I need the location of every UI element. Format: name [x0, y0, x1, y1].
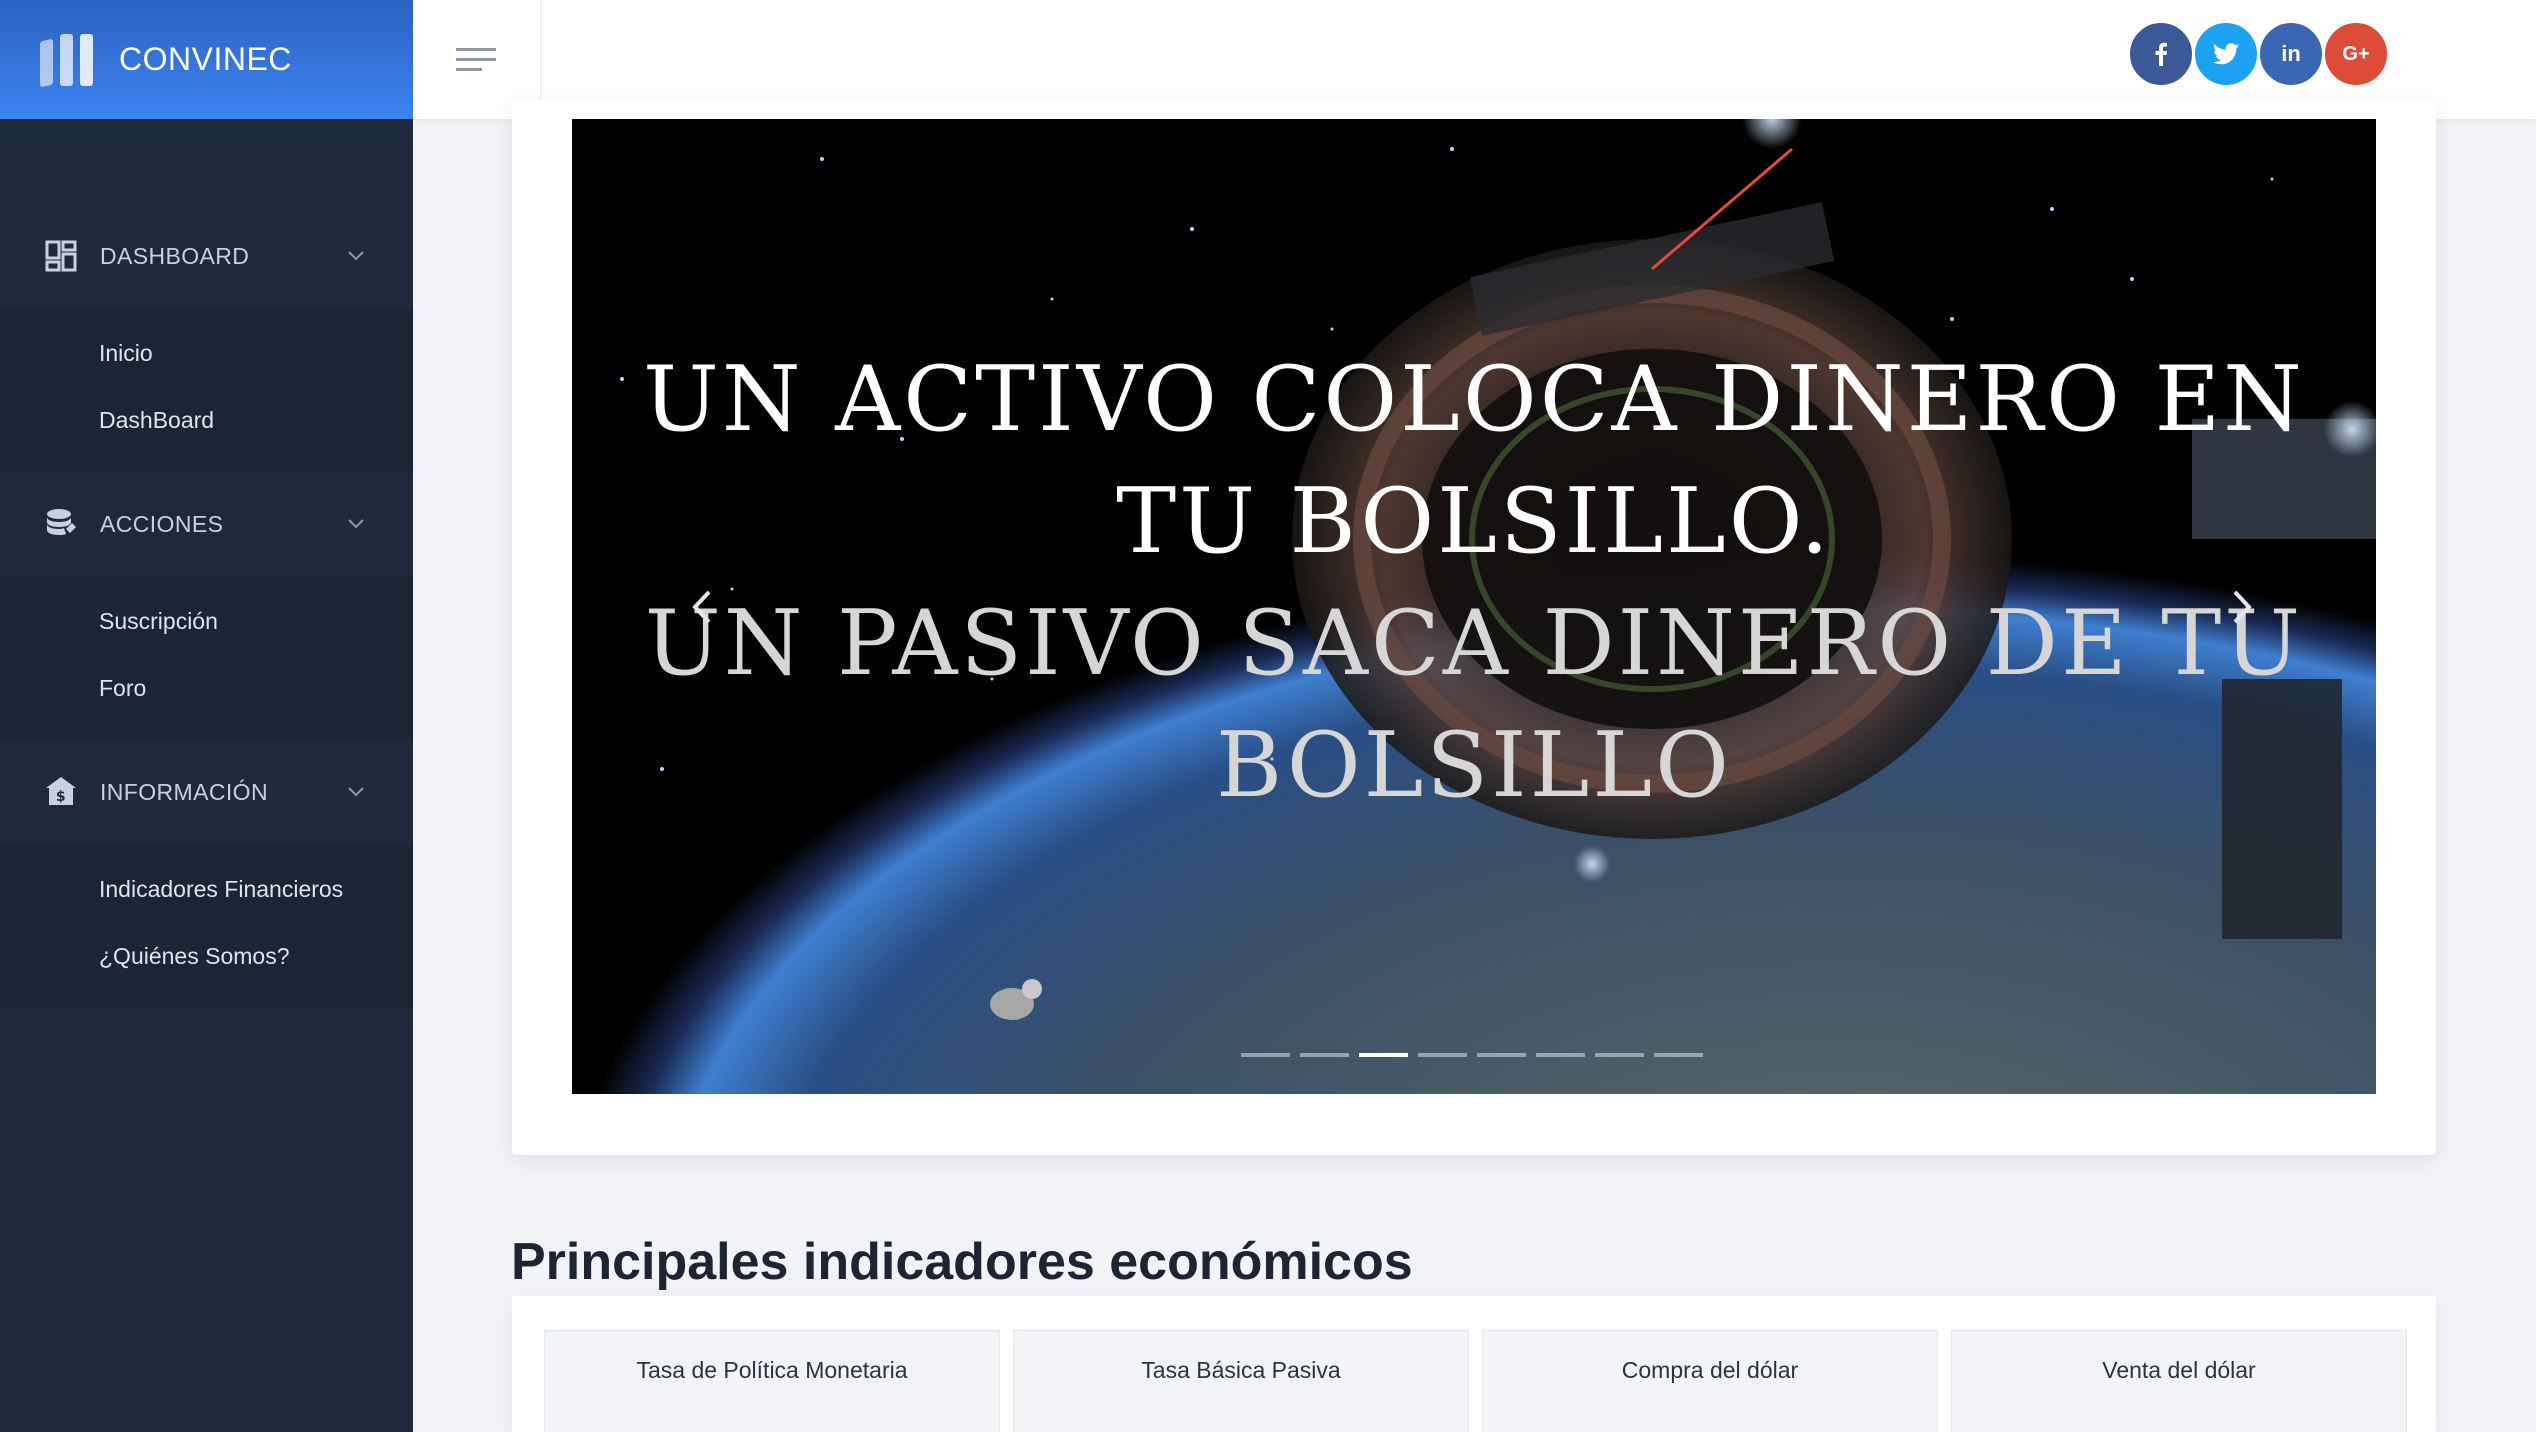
slide-caption-line1: Un activo coloca dinero en tu bolsillo. — [643, 347, 2305, 574]
facebook-icon[interactable] — [2128, 21, 2194, 87]
chevron-left-icon — [692, 590, 711, 624]
nav-header-dashboard[interactable]: DASHBOARD — [0, 204, 413, 308]
chevron-down-icon — [345, 245, 367, 267]
sidebar-item-dashboard[interactable]: DashBoard — [0, 387, 413, 454]
dashboard-grid-icon — [44, 239, 78, 273]
nav-header-acciones[interactable]: ACCIONES — [0, 472, 413, 576]
linkedin-icon[interactable]: in — [2258, 21, 2324, 87]
slide-caption: Un activo coloca dinero en tu bolsillo. … — [632, 339, 2316, 827]
indicator-venta-header: Venta del dólar — [1951, 1330, 2407, 1432]
nav-sub-informacion: Indicadores Financieros ¿Quiénes Somos? — [0, 844, 413, 1008]
slide-caption-line2: Un pasivo saca dinero de tu bolsillo — [644, 591, 2304, 818]
brand-logo-icon — [40, 33, 93, 87]
hero-carousel[interactable]: Un activo coloca dinero en tu bolsillo. … — [572, 119, 2376, 1094]
sidebar-item-suscripcion[interactable]: Suscripción — [0, 588, 413, 655]
carousel-indicator[interactable] — [1359, 1053, 1408, 1057]
app: CONVINEC DASHBOARD Inicio DashBoard ACCI… — [0, 0, 2536, 1432]
nav-header-label: DASHBOARD — [100, 242, 250, 269]
carousel-indicator[interactable] — [1477, 1053, 1526, 1057]
nav-header-label: ACCIONES — [100, 510, 224, 537]
section-title: Principales indicadores económicos — [511, 1233, 1413, 1291]
carousel-indicator[interactable] — [1300, 1053, 1349, 1057]
sidebar-item-indicadores[interactable]: Indicadores Financieros — [0, 856, 413, 923]
google-plus-glyph: G+ — [2342, 42, 2370, 65]
carousel-indicator[interactable] — [1418, 1053, 1467, 1057]
chevron-right-icon — [2233, 590, 2252, 624]
nav-header-informacion[interactable]: $ INFORMACIÓN — [0, 740, 413, 844]
carousel-indicator[interactable] — [1595, 1053, 1644, 1057]
indicator-compra-header: Compra del dólar — [1482, 1330, 1938, 1432]
social-links: in G+ — [2128, 21, 2389, 87]
sidebar: CONVINEC DASHBOARD Inicio DashBoard ACCI… — [0, 0, 413, 1432]
nav-sub-dashboard: Inicio DashBoard — [0, 308, 413, 472]
nav-header-label: INFORMACIÓN — [100, 778, 268, 805]
sidebar-item-quienes-somos[interactable]: ¿Quiénes Somos? — [0, 923, 413, 990]
carousel-indicators — [1241, 1053, 1703, 1057]
nav-sub-acciones: Suscripción Foro — [0, 576, 413, 740]
svg-text:$: $ — [56, 789, 66, 805]
carousel-next-button[interactable] — [2212, 567, 2272, 647]
carousel-indicator[interactable] — [1241, 1053, 1290, 1057]
linkedin-glyph: in — [2281, 41, 2301, 66]
sidebar-item-inicio[interactable]: Inicio — [0, 320, 413, 387]
indicator-tbp-header: Tasa Básica Pasiva — [1013, 1330, 1469, 1432]
sidebar-item-foro[interactable]: Foro — [0, 655, 413, 722]
brand-name: CONVINEC — [119, 41, 292, 77]
twitter-icon[interactable] — [2193, 21, 2259, 87]
chevron-down-icon — [345, 781, 367, 803]
nav-group-acciones: ACCIONES Suscripción Foro — [0, 472, 413, 740]
nav-group-dashboard: DASHBOARD Inicio DashBoard — [0, 204, 413, 472]
carousel-indicator[interactable] — [1654, 1053, 1703, 1057]
coins-icon — [44, 507, 78, 541]
carousel-indicator[interactable] — [1536, 1053, 1585, 1057]
indicators-grid: Tasa de Política Monetaria Tasa Básica P… — [544, 1330, 2407, 1432]
sidebar-nav: DASHBOARD Inicio DashBoard ACCIONES Susc… — [0, 119, 413, 1008]
nav-group-informacion: $ INFORMACIÓN Indicadores Financieros ¿Q… — [0, 740, 413, 1008]
carousel-prev-button[interactable] — [672, 567, 732, 647]
bank-icon: $ — [44, 775, 78, 809]
brand[interactable]: CONVINEC — [0, 0, 413, 119]
indicator-tpm-header: Tasa de Política Monetaria — [544, 1330, 1000, 1432]
chevron-down-icon — [345, 513, 367, 535]
google-plus-icon[interactable]: G+ — [2323, 21, 2389, 87]
